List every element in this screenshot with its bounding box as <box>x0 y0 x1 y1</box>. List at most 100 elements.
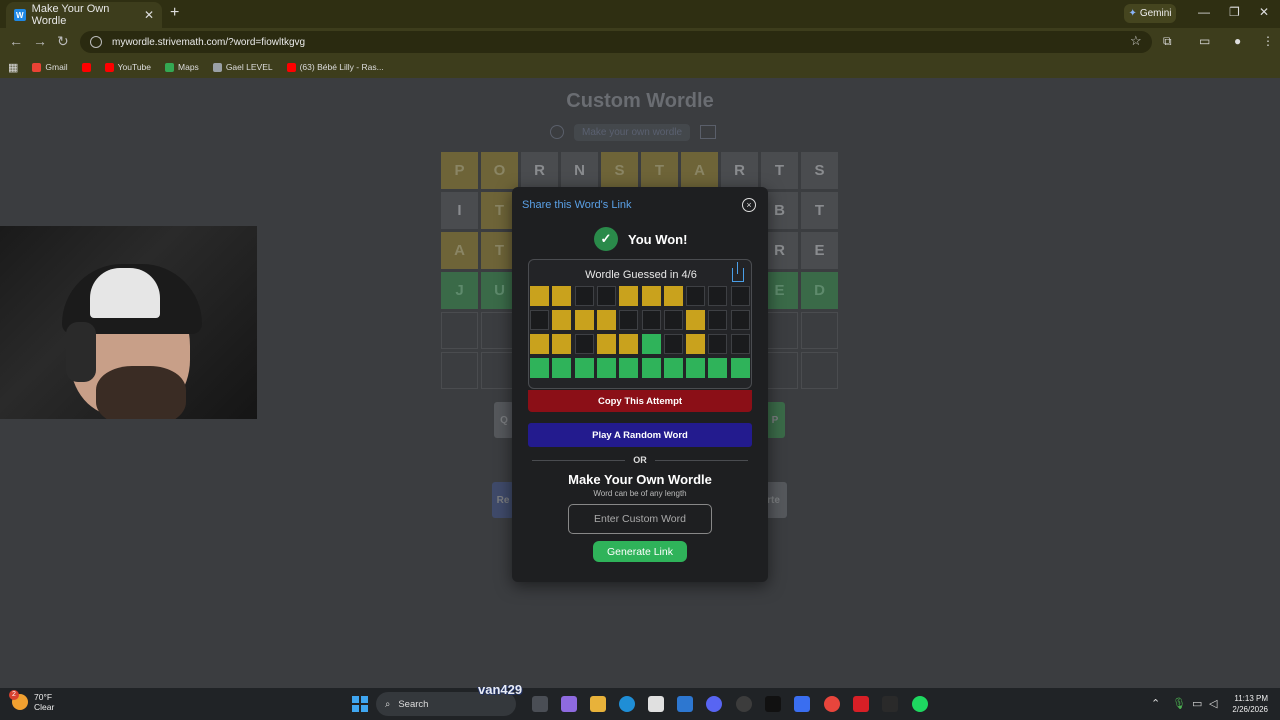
mail-icon[interactable] <box>677 696 693 712</box>
youtube-icon <box>286 62 296 72</box>
result-square <box>641 358 661 378</box>
forward-icon[interactable]: → <box>33 33 47 49</box>
youtube-icon <box>104 62 114 72</box>
result-square <box>641 310 661 330</box>
taskbar-clock[interactable]: 11:13 PM 2/26/2026 <box>1226 693 1268 715</box>
custom-word-input[interactable] <box>568 504 712 534</box>
divider-line <box>532 459 626 461</box>
recorder-icon[interactable] <box>736 696 752 712</box>
result-square <box>596 286 616 306</box>
bookmark-youtube[interactable]: YouTube <box>104 62 151 72</box>
url-bar[interactable]: mywordle.strivemath.com/?word=fiowltkgvg <box>80 31 1152 53</box>
tab-close-icon[interactable]: ✕ <box>144 8 154 22</box>
copilot-icon[interactable] <box>561 696 577 712</box>
result-square <box>686 286 706 306</box>
copy-attempt-button[interactable]: Copy This Attempt <box>528 390 752 412</box>
bookmark-gmail[interactable]: Gmail <box>32 62 68 72</box>
condition: Clear <box>34 702 55 712</box>
stats-chart-icon[interactable] <box>700 125 717 139</box>
bookmark-star-icon[interactable]: ☆ <box>1130 33 1142 49</box>
chrome-icon[interactable] <box>824 696 840 712</box>
page-icon <box>212 62 222 72</box>
result-square <box>552 358 572 378</box>
generate-link-button[interactable]: Generate Link <box>593 541 687 562</box>
board-cell: I <box>441 192 478 229</box>
board-cell: A <box>681 152 718 189</box>
windows-taskbar: 2 70°F Clear ⌕ Search ⌃ 🎙 ▭ ◁ 11:13 PM 2… <box>0 688 1280 720</box>
network-icon[interactable]: ▭ <box>1192 697 1202 710</box>
result-square <box>619 286 639 306</box>
back-icon[interactable]: ← <box>9 33 23 49</box>
apps-grid-icon[interactable]: ▦ <box>8 61 18 74</box>
spotify-icon[interactable] <box>912 696 928 712</box>
app-icon[interactable] <box>794 696 810 712</box>
checkmark-icon: ✓ <box>594 227 618 251</box>
task-view-icon[interactable] <box>532 696 548 712</box>
result-square <box>574 358 594 378</box>
tray-chevron-icon[interactable]: ⌃ <box>1151 697 1160 710</box>
result-square <box>619 310 639 330</box>
result-square <box>641 334 661 354</box>
bookmark-maps[interactable]: Maps <box>165 62 199 72</box>
tiktok-icon[interactable] <box>765 696 781 712</box>
keyboard-key[interactable]: P <box>765 402 785 438</box>
make-your-own-title: Make Your Own Wordle <box>568 472 712 487</box>
bookmark-bebe-lilly[interactable]: (63) Bébé Lilly - Ras... <box>286 62 384 72</box>
new-tab-button[interactable]: + <box>170 4 179 22</box>
browser-tab[interactable]: W Make Your Own Wordle ✕ <box>6 2 162 28</box>
result-square <box>530 286 549 306</box>
site-info-icon[interactable] <box>90 36 102 48</box>
date: 2/26/2026 <box>1232 705 1268 714</box>
info-icon[interactable] <box>550 125 564 139</box>
result-square <box>663 310 683 330</box>
weather-badge: 2 <box>9 690 19 700</box>
keyboard-key[interactable]: Re <box>492 482 514 518</box>
board-cell: T <box>641 152 678 189</box>
windows-start-icon[interactable] <box>352 696 368 712</box>
result-square <box>530 358 549 378</box>
maximize-icon[interactable]: ❐ <box>1229 5 1240 19</box>
minimize-icon[interactable]: — <box>1198 5 1210 19</box>
capcut-icon[interactable] <box>882 696 898 712</box>
weather-widget[interactable]: 2 70°F Clear <box>9 690 55 712</box>
reload-icon[interactable]: ↻ <box>57 33 69 50</box>
make-your-own-link[interactable]: Make your own wordle <box>574 123 691 141</box>
gmail-icon <box>32 62 42 72</box>
length-note: Word can be of any length <box>593 489 687 498</box>
wordle-favicon-icon: W <box>14 9 26 21</box>
result-square <box>574 310 594 330</box>
gemini-label: Gemini <box>1139 8 1172 19</box>
share-link-text[interactable]: Share this Word's Link <box>522 199 632 211</box>
stream-overlay-name: van429 <box>478 682 523 697</box>
menu-kebab-icon[interactable]: ⋮ <box>1262 34 1274 48</box>
result-square <box>686 358 706 378</box>
result-square <box>552 286 572 306</box>
gemini-button[interactable]: ✦ Gemini <box>1124 4 1176 23</box>
result-square <box>663 358 683 378</box>
tab-search-icon[interactable]: ▭ <box>1199 34 1210 48</box>
profile-avatar-icon[interactable]: ● <box>1234 34 1241 48</box>
adobe-icon[interactable] <box>853 696 869 712</box>
close-icon[interactable]: × <box>742 198 756 212</box>
window-close-icon[interactable]: ✕ <box>1259 5 1269 19</box>
guessed-text: Wordle Guessed in 4/6 <box>585 269 697 281</box>
microphone-icon[interactable]: 🎙 <box>1172 697 1186 710</box>
volume-icon[interactable]: ◁ <box>1209 697 1217 710</box>
board-cell: D <box>801 272 838 309</box>
gemini-sparkle-icon: ✦ <box>1128 8 1137 19</box>
edge-icon[interactable] <box>619 696 635 712</box>
or-divider: OR <box>532 455 748 465</box>
random-word-button[interactable]: Play A Random Word <box>528 423 752 447</box>
file-explorer-icon[interactable] <box>590 696 606 712</box>
store-icon[interactable] <box>648 696 664 712</box>
keyboard-key[interactable]: Q <box>494 402 514 438</box>
bookmark-gael-level[interactable]: Gael LEVEL <box>212 62 273 72</box>
board-cell: S <box>801 152 838 189</box>
board-cell <box>441 312 478 349</box>
discord-icon[interactable] <box>706 696 722 712</box>
bookmark-youtube-unlabeled[interactable] <box>81 62 91 72</box>
extensions-icon[interactable]: ⧉ <box>1163 34 1172 49</box>
share-icon[interactable] <box>732 262 744 282</box>
cap-mesh <box>90 268 160 318</box>
board-cell <box>801 352 838 389</box>
